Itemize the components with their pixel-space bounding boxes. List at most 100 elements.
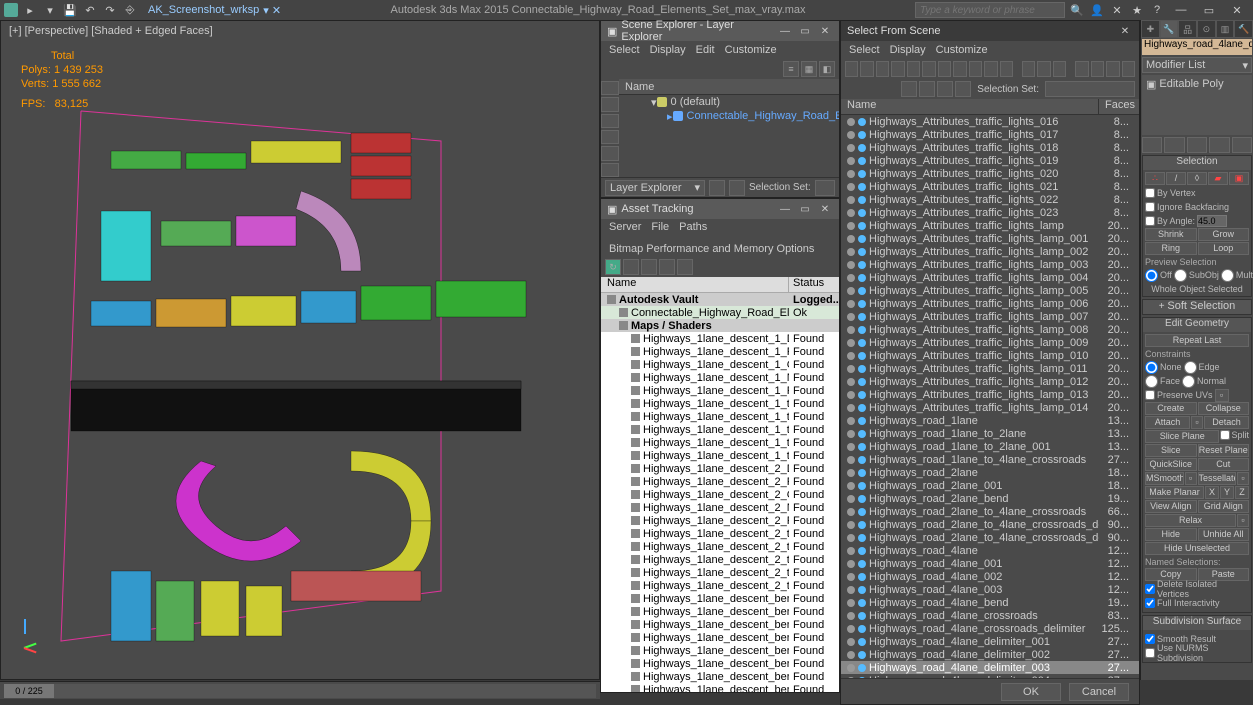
asset-row[interactable]: Highways_1lane_descent_1_tall_Fresnel.pn… — [601, 410, 839, 423]
shrink-button[interactable]: Shrink — [1145, 228, 1197, 241]
by-vertex-checkbox[interactable] — [1145, 188, 1155, 198]
sfs-icon[interactable] — [937, 81, 953, 97]
asset-row[interactable]: Highways_1lane_descent_1_tall_Normal.png… — [601, 436, 839, 449]
asset-row[interactable]: Highways_1lane_descent_1_Diffuse.pngFoun… — [601, 332, 839, 345]
at-btn2-icon[interactable] — [623, 259, 639, 275]
menu-select[interactable]: Select — [609, 44, 640, 56]
menu-display[interactable]: Display — [890, 44, 926, 56]
asset-list[interactable]: Name Status Autodesk VaultLogged...Conne… — [601, 277, 839, 692]
attach-button[interactable]: Attach — [1145, 416, 1190, 429]
viewport[interactable]: [+] [Perspective] [Shaded + Edged Faces]… — [0, 20, 600, 680]
asset-row[interactable]: Highways_1lane_descent_bend_1_Fresnel.pn… — [601, 605, 839, 618]
by-angle-checkbox[interactable] — [1145, 216, 1155, 226]
at-btn5-icon[interactable] — [677, 259, 693, 275]
scene-object-row[interactable]: Highways_road_1lane_to_2lane13... — [841, 427, 1139, 440]
undo-icon[interactable]: ↶ — [82, 2, 98, 18]
unhide-all-button[interactable]: Unhide All — [1198, 528, 1250, 541]
scene-object-row[interactable]: Highways_Attributes_traffic_lights_0178.… — [841, 128, 1139, 141]
menu-bitmap[interactable]: Bitmap Performance and Memory Options — [609, 243, 814, 255]
stack-item[interactable]: ▣Editable Poly — [1144, 77, 1250, 91]
maximize-button[interactable]: ▭ — [1197, 2, 1221, 18]
sfs-icon[interactable] — [955, 81, 971, 97]
col-name[interactable]: Name — [601, 277, 789, 292]
asset-row[interactable]: Highways_1lane_descent_2_tall_Glossines.… — [601, 553, 839, 566]
tab-motion[interactable]: ⊙ — [1197, 20, 1216, 38]
relax-settings[interactable]: ▫ — [1237, 514, 1249, 527]
scene-object-row[interactable]: Highways_Attributes_traffic_lights_0188.… — [841, 141, 1139, 154]
asset-row[interactable]: Highways_1lane_descent_1_Fresnel.pngFoun… — [601, 345, 839, 358]
at-btn4-icon[interactable] — [659, 259, 675, 275]
subobj-polygon-icon[interactable]: ▰ — [1208, 172, 1228, 185]
scene-object-row[interactable]: Highways_road_4lane_crossroads83... — [841, 609, 1139, 622]
scene-object-row[interactable]: Highways_Attributes_traffic_lights_lamp_… — [841, 232, 1139, 245]
scene-object-row[interactable]: Highways_road_4lane_delimiter_00327... — [841, 661, 1139, 674]
make-unique-icon[interactable] — [1187, 137, 1207, 153]
viewport-label[interactable]: [+] [Perspective] [Shaded + Edged Faces] — [9, 25, 213, 37]
subobj-element-icon[interactable]: ▣ — [1229, 172, 1249, 185]
asset-row[interactable]: Highways_1lane_descent_2_tall_Normal.png… — [601, 566, 839, 579]
relax-button[interactable]: Relax — [1145, 514, 1236, 527]
sfs-icon[interactable] — [1122, 61, 1135, 77]
scene-object-list[interactable]: Name Faces Highways_Attributes_traffic_l… — [841, 99, 1139, 678]
new-icon[interactable]: ▸ — [22, 2, 38, 18]
smooth-result-checkbox[interactable] — [1145, 634, 1155, 644]
open-icon[interactable]: ▾ — [42, 2, 58, 18]
split-checkbox[interactable] — [1220, 430, 1230, 440]
asset-row[interactable]: Highways_1lane_descent_bend_2_Glossines.… — [601, 683, 839, 692]
sfs-icon[interactable] — [919, 81, 935, 97]
sfs-icon[interactable] — [922, 61, 935, 77]
scene-object-row[interactable]: Highways_Attributes_traffic_lights_lamp_… — [841, 258, 1139, 271]
selection-set-dropdown[interactable] — [815, 180, 835, 196]
sfs-icon[interactable] — [891, 61, 904, 77]
sfs-icon[interactable] — [1106, 61, 1119, 77]
scene-object-row[interactable]: Highways_road_4lane_crossroads_delimiter… — [841, 622, 1139, 635]
tab-create[interactable]: ✚ — [1141, 20, 1160, 38]
grid-align-button[interactable]: Grid Align — [1198, 500, 1250, 513]
scene-object-row[interactable]: Highways_Attributes_traffic_lights_lamp_… — [841, 323, 1139, 336]
filter-shapes-icon[interactable] — [601, 97, 619, 111]
asset-row[interactable]: Highways_1lane_descent_2_tall_Fresnel.pn… — [601, 540, 839, 553]
ring-button[interactable]: Ring — [1145, 242, 1197, 255]
scene-object-row[interactable]: Highways_road_2lane_to_4lane_crossroads_… — [841, 531, 1139, 544]
scene-object-row[interactable]: Highways_road_2lane_to_4lane_crossroads6… — [841, 505, 1139, 518]
tree-layer-child[interactable]: ▸ Connectable_Highway_Road_Elements_Set — [619, 109, 839, 123]
subobj-border-icon[interactable]: ◊ — [1187, 172, 1207, 185]
redo-icon[interactable]: ↷ — [102, 2, 118, 18]
configure-sets-icon[interactable] — [1232, 137, 1252, 153]
repeat-last-button[interactable]: Repeat Last — [1145, 334, 1249, 347]
scene-object-row[interactable]: Highways_Attributes_traffic_lights_lamp2… — [841, 219, 1139, 232]
ok-button[interactable]: OK — [1001, 683, 1061, 701]
subobj-vertex-icon[interactable]: ∴ — [1145, 172, 1165, 185]
view-align-button[interactable]: View Align — [1145, 500, 1197, 513]
tab-hierarchy[interactable]: 品 — [1178, 20, 1197, 38]
tab-display[interactable]: ▥ — [1216, 20, 1235, 38]
asset-row[interactable]: Highways_1lane_descent_1_tall_Reflection… — [601, 449, 839, 462]
delete-isolated-checkbox[interactable] — [1145, 584, 1155, 594]
scene-object-row[interactable]: Highways_road_2lane18... — [841, 466, 1139, 479]
asset-row[interactable]: Highways_1lane_descent_bend_1_Glossines.… — [601, 618, 839, 631]
hide-selected-button[interactable]: Hide Selected — [1145, 528, 1197, 541]
workspace-dropdown[interactable]: AK_Screenshot_wrksp — [148, 4, 259, 16]
asset-row[interactable]: Highways_1lane_descent_2_Reflection.pngF… — [601, 514, 839, 527]
make-planar-button[interactable]: Make Planar — [1145, 486, 1204, 499]
menu-paths[interactable]: Paths — [679, 221, 707, 233]
menu-customize[interactable]: Customize — [936, 44, 988, 56]
subobj-edge-icon[interactable]: / — [1166, 172, 1186, 185]
scene-object-row[interactable]: Highways_Attributes_traffic_lights_lamp_… — [841, 284, 1139, 297]
scene-object-row[interactable]: Highways_road_4lane_00212... — [841, 570, 1139, 583]
exchange-icon[interactable]: ✕ — [1109, 2, 1125, 18]
asset-row[interactable]: Highways_1lane_descent_2_Normal.pngFound — [601, 501, 839, 514]
infocenter-icon[interactable]: 🔍 — [1069, 2, 1085, 18]
explorer-mode-dropdown[interactable]: Layer Explorer ▾ — [605, 180, 705, 196]
grow-button[interactable]: Grow — [1198, 228, 1250, 241]
asset-row[interactable]: Highways_1lane_descent_1_tall_Glossines.… — [601, 423, 839, 436]
scene-object-row[interactable]: Highways_Attributes_traffic_lights_0168.… — [841, 115, 1139, 128]
filter-helpers-icon[interactable] — [601, 146, 619, 160]
sfs-icon[interactable] — [984, 61, 997, 77]
scene-object-row[interactable]: Highways_Attributes_traffic_lights_0228.… — [841, 193, 1139, 206]
scene-object-row[interactable]: Highways_Attributes_traffic_lights_lamp_… — [841, 388, 1139, 401]
close-button[interactable]: ✕ — [1225, 2, 1249, 18]
scene-object-row[interactable]: Highways_road_4lane_00312... — [841, 583, 1139, 596]
modifier-stack[interactable]: ▣Editable Poly — [1142, 75, 1252, 135]
tessellate-settings[interactable]: ▫ — [1237, 472, 1249, 485]
